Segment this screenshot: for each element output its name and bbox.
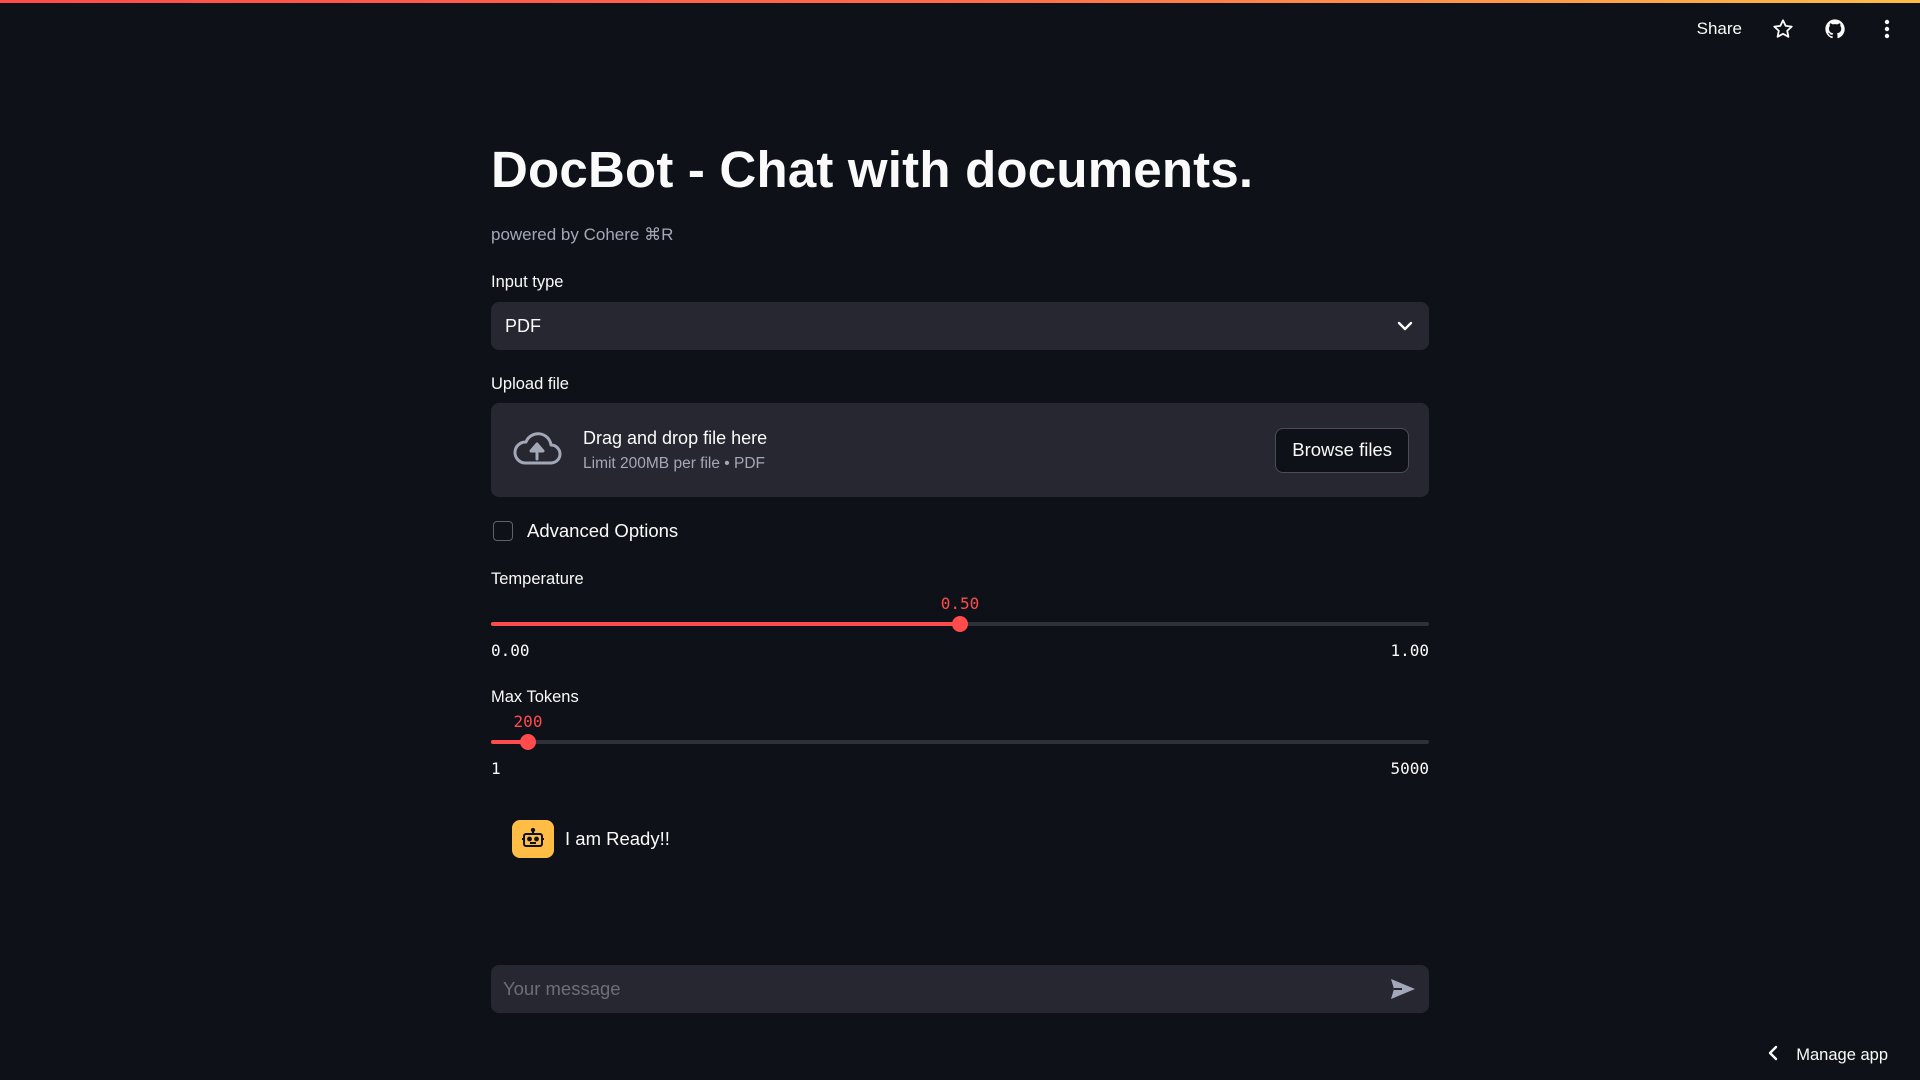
top-toolbar: Share [1697, 14, 1898, 44]
dropzone-instructions: Drag and drop file here [583, 427, 768, 448]
chevron-down-icon [1395, 316, 1415, 336]
input-type-select[interactable]: PDF [491, 302, 1429, 350]
star-icon[interactable] [1772, 18, 1794, 40]
chat-message-input[interactable] [503, 978, 1389, 1000]
input-type-selected-value: PDF [505, 315, 541, 336]
max-tokens-slider-thumb[interactable] [520, 734, 536, 750]
manage-app-button[interactable]: Manage app [1768, 1045, 1888, 1066]
temperature-min: 0.00 [491, 641, 530, 660]
temperature-slider-fill [491, 622, 960, 626]
advanced-options-row[interactable]: Advanced Options [493, 520, 678, 542]
advanced-options-checkbox[interactable] [493, 521, 513, 541]
temperature-slider[interactable] [491, 616, 1429, 632]
temperature-max: 1.00 [1390, 641, 1429, 660]
more-vertical-icon[interactable] [1876, 18, 1898, 40]
chevron-left-icon [1768, 1045, 1778, 1066]
file-dropzone[interactable]: Drag and drop file here Limit 200MB per … [491, 403, 1429, 497]
max-tokens-slider[interactable] [491, 734, 1429, 750]
github-icon[interactable] [1824, 18, 1846, 40]
advanced-options-label[interactable]: Advanced Options [527, 520, 678, 542]
max-tokens-min: 1 [491, 759, 501, 778]
page-title: DocBot - Chat with documents. [491, 141, 1254, 198]
browse-files-button[interactable]: Browse files [1275, 427, 1409, 473]
upload-file-label: Upload file [491, 375, 569, 393]
assistant-message-text: I am Ready!! [565, 828, 670, 849]
send-icon[interactable] [1389, 975, 1417, 1003]
header-decoration-bar [0, 0, 1920, 3]
page-caption: powered by Cohere ⌘R [491, 225, 674, 244]
input-type-label: Input type [491, 273, 564, 291]
max-tokens-value: 200 [513, 712, 543, 731]
cloud-upload-icon [511, 430, 563, 470]
assistant-chat-message: I am Ready!! [512, 820, 670, 858]
bot-avatar-icon [512, 820, 554, 858]
manage-app-label: Manage app [1796, 1046, 1888, 1064]
chat-input-box[interactable] [491, 965, 1429, 1013]
dropzone-limit: Limit 200MB per file • PDF [583, 454, 766, 472]
temperature-slider-thumb[interactable] [952, 616, 968, 632]
temperature-label: Temperature [491, 570, 584, 588]
share-button[interactable]: Share [1697, 19, 1742, 39]
max-tokens-label: Max Tokens [491, 688, 579, 706]
max-tokens-max: 5000 [1390, 759, 1429, 778]
temperature-value: 0.50 [940, 594, 980, 613]
